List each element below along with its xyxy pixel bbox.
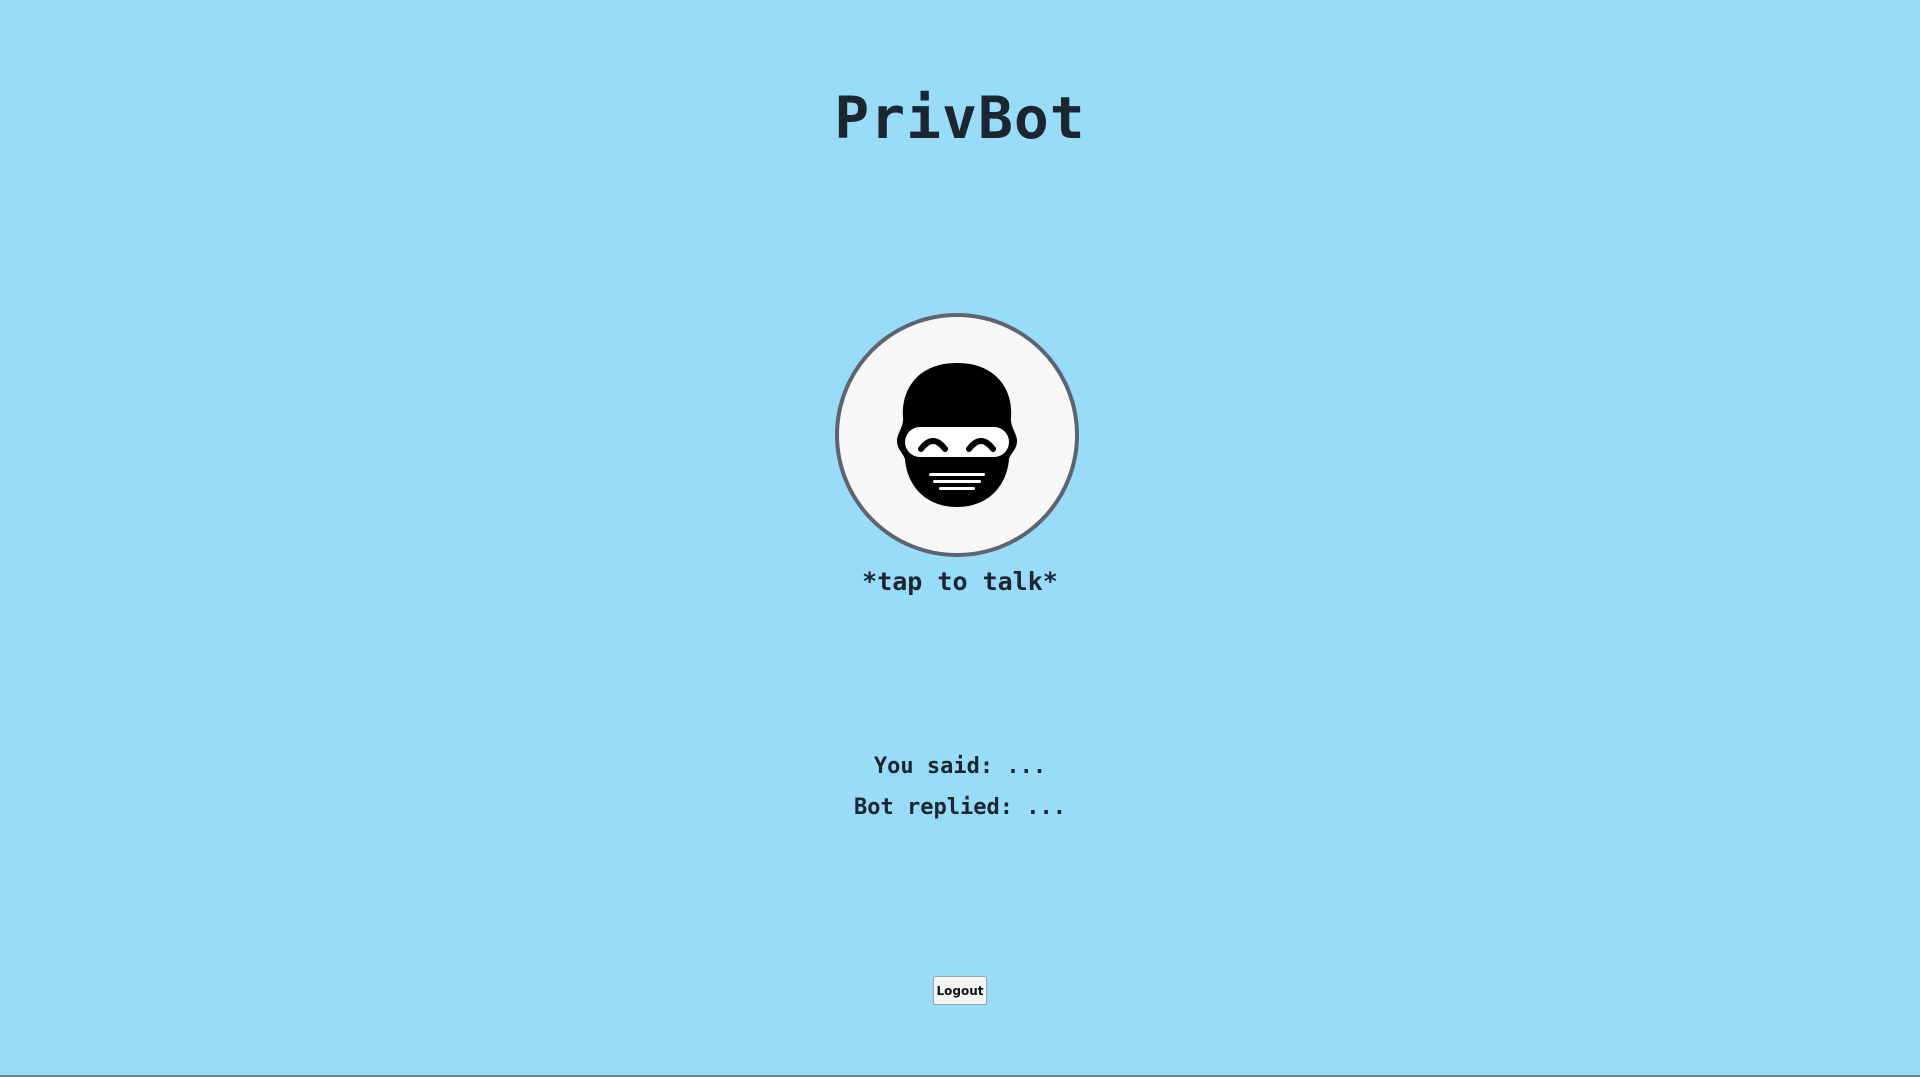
bot-transcript: Bot replied: ... <box>854 795 1066 820</box>
ninja-face-icon <box>897 363 1017 507</box>
user-transcript: You said: ... <box>873 754 1047 779</box>
tap-to-talk-button[interactable] <box>835 313 1079 557</box>
tap-to-talk-label: *tap to talk* <box>862 567 1058 596</box>
app-title: PrivBot <box>834 84 1086 152</box>
logout-button[interactable]: Logout <box>933 976 987 1005</box>
